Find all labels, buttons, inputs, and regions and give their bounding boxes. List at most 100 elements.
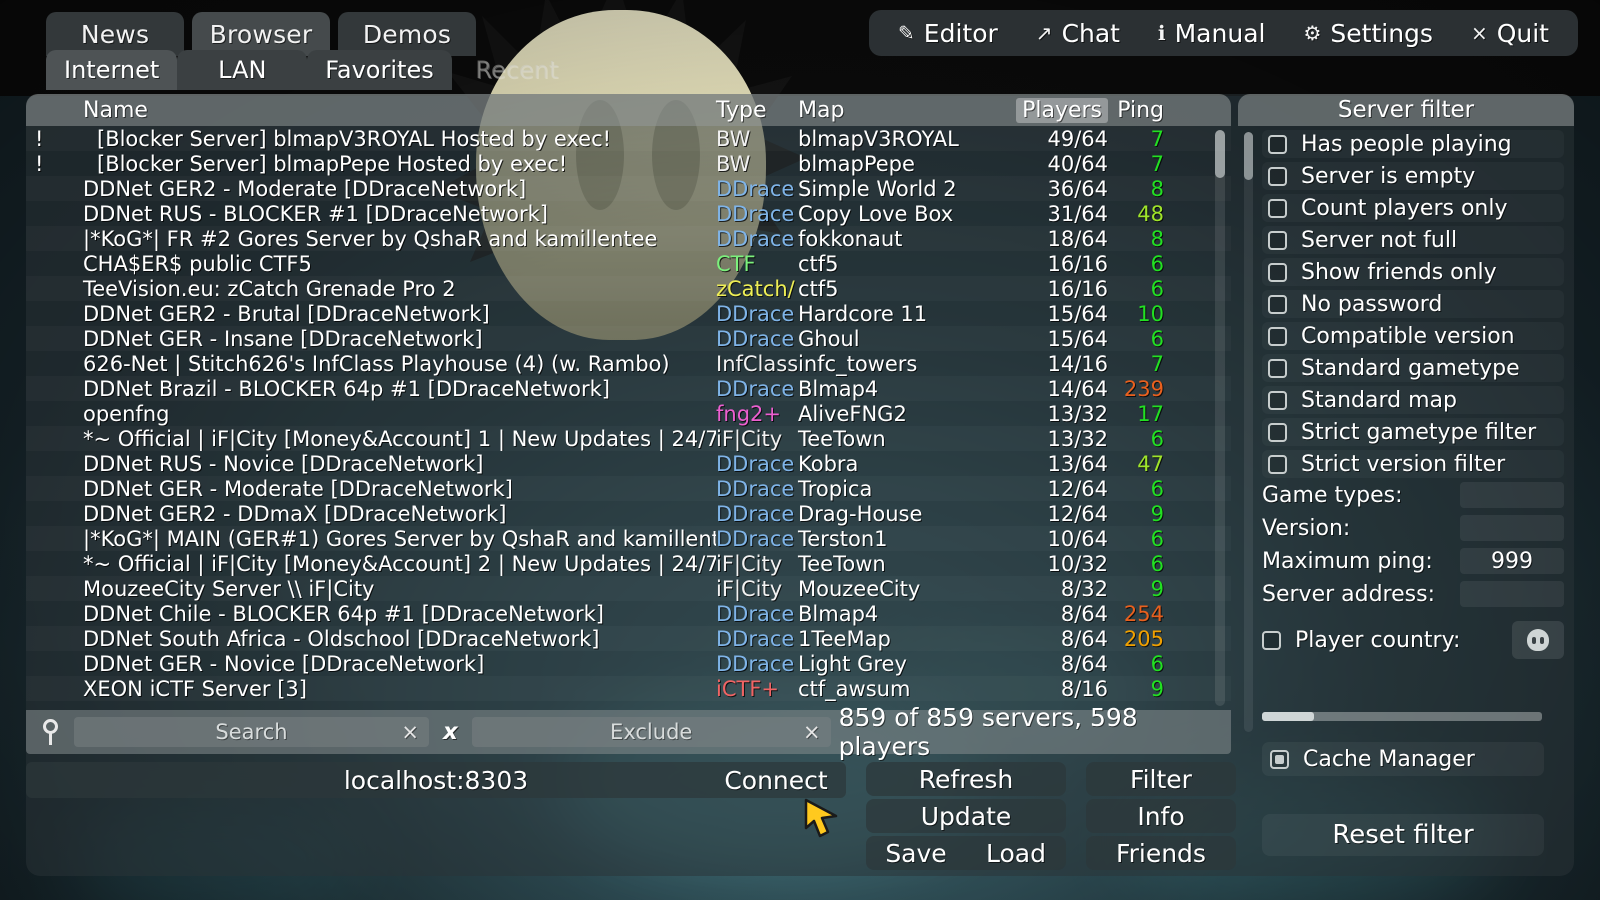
filter-field-input[interactable]: 999 bbox=[1460, 548, 1564, 574]
column-header-type[interactable]: Type bbox=[716, 94, 794, 126]
table-row[interactable]: TeeVision.eu: zCatch Grenade Pro 2 zCatch… bbox=[26, 276, 1231, 301]
tab-recent[interactable]: Recent bbox=[452, 50, 582, 90]
table-row[interactable]: DDNet GER - Novice [DDraceNetwork] DDrace… bbox=[26, 651, 1231, 676]
filter-checkbox-row[interactable]: Count players only bbox=[1262, 194, 1564, 222]
menu-quit[interactable]: × Quit bbox=[1452, 14, 1568, 52]
table-row[interactable]: DDNet South Africa - Oldschool [DDraceNe… bbox=[26, 626, 1231, 651]
cell-players: 8/32 bbox=[1060, 576, 1108, 601]
table-row[interactable]: DDNet RUS - BLOCKER #1 [DDraceNetwork] DD… bbox=[26, 201, 1231, 226]
table-row[interactable]: DDNet Chile - BLOCKER 64p #1 [DDraceNetw… bbox=[26, 601, 1231, 626]
table-row[interactable]: MouzeeCity Server \\ iF|City iF|City Mouze… bbox=[26, 576, 1231, 601]
server-list-scroll-thumb[interactable] bbox=[1215, 130, 1225, 178]
reset-filter-button[interactable]: Reset filter bbox=[1262, 814, 1544, 856]
exclude-input[interactable]: Exclude × bbox=[471, 717, 831, 747]
cache-manager-row[interactable]: Cache Manager bbox=[1262, 742, 1544, 776]
player-country-row[interactable]: Player country: bbox=[1262, 620, 1564, 660]
filter-checkbox[interactable] bbox=[1268, 294, 1287, 314]
cache-manager-checkbox[interactable] bbox=[1270, 749, 1289, 769]
table-row[interactable]: DDNet GER2 - DDmaX [DDraceNetwork] DDrace… bbox=[26, 501, 1231, 526]
table-row[interactable]: *~ Official | iF|City [Money&Account] 2 … bbox=[26, 551, 1231, 576]
save-button[interactable]: Save bbox=[866, 836, 966, 870]
filter-button[interactable]: Filter bbox=[1086, 762, 1236, 796]
tee-flag-icon[interactable] bbox=[1512, 621, 1564, 659]
sidebar-scroll-thumb[interactable] bbox=[1244, 132, 1253, 180]
friends-button[interactable]: Friends bbox=[1086, 836, 1236, 870]
player-country-checkbox[interactable] bbox=[1262, 630, 1281, 650]
filter-checkbox[interactable] bbox=[1268, 358, 1287, 378]
filter-checkbox[interactable] bbox=[1268, 262, 1287, 282]
connect-button[interactable]: Connect bbox=[706, 762, 846, 798]
table-row[interactable]: ! [Blocker Server] blmapPepe Hosted by ex… bbox=[26, 151, 1231, 176]
tab-lan[interactable]: LAN bbox=[177, 50, 308, 90]
table-row[interactable]: DDNet GER - Insane [DDraceNetwork] DDrace… bbox=[26, 326, 1231, 351]
column-header-players[interactable]: Players bbox=[990, 94, 1108, 126]
filter-checkbox-row[interactable]: Strict version filter bbox=[1262, 450, 1564, 478]
tab-internet[interactable]: Internet bbox=[46, 50, 178, 90]
table-row[interactable]: *~ Official | iF|City [Money&Account] 1 … bbox=[26, 426, 1231, 451]
table-row[interactable]: CHA$ER$ public CTF5 CTF ctf5 16/16 6 bbox=[26, 251, 1231, 276]
server-name-label: DDNet South Africa - Oldschool [DDraceNe… bbox=[83, 626, 600, 651]
cell-gametype: DDrace bbox=[716, 651, 795, 676]
menu-settings-label: Settings bbox=[1330, 18, 1433, 48]
search-clear-icon[interactable]: × bbox=[401, 720, 419, 744]
filter-checkbox[interactable] bbox=[1268, 326, 1287, 346]
table-row[interactable]: |*KoG*| FR #2 Gores Server by QshaR and … bbox=[26, 226, 1231, 251]
sidebar-scrollbar[interactable] bbox=[1244, 132, 1253, 732]
filter-checkbox-row[interactable]: Server not full bbox=[1262, 226, 1564, 254]
table-row[interactable]: DDNet RUS - Novice [DDraceNetwork] DDrace… bbox=[26, 451, 1231, 476]
table-row[interactable]: DDNet Brazil - BLOCKER 64p #1 [DDraceNet… bbox=[26, 376, 1231, 401]
filter-field-input[interactable] bbox=[1460, 482, 1564, 508]
filter-checkbox-row[interactable]: No password bbox=[1262, 290, 1564, 318]
filter-checkbox[interactable] bbox=[1268, 166, 1287, 186]
filter-checkbox-row[interactable]: Show friends only bbox=[1262, 258, 1564, 286]
column-header-map[interactable]: Map bbox=[794, 94, 990, 126]
table-row[interactable]: openfng fng2+ AliveFNG2 13/32 17 bbox=[26, 401, 1231, 426]
filter-checkbox[interactable] bbox=[1268, 230, 1287, 250]
filter-field-input[interactable] bbox=[1460, 581, 1564, 607]
cell-players: 14/64 bbox=[1047, 376, 1108, 401]
menu-chat[interactable]: ↗ Chat bbox=[1017, 14, 1139, 52]
exclude-clear-icon[interactable]: × bbox=[803, 720, 821, 744]
menu-manual[interactable]: ℹ Manual bbox=[1139, 14, 1284, 52]
filter-checkbox-row[interactable]: Server is empty bbox=[1262, 162, 1564, 190]
column-header-name[interactable]: Name bbox=[26, 94, 716, 126]
cell-players: 10/64 bbox=[1047, 526, 1108, 551]
menu-editor-label: Editor bbox=[923, 18, 998, 48]
menu-settings[interactable]: ⚙ Settings bbox=[1284, 14, 1451, 52]
sidebar-divider-slider[interactable] bbox=[1262, 712, 1542, 721]
cell-ping: 6 bbox=[1150, 526, 1164, 551]
update-button[interactable]: Update bbox=[866, 799, 1066, 833]
tab-favorites[interactable]: Favorites bbox=[307, 50, 452, 90]
table-row[interactable]: ! [Blocker Server] blmapV3ROYAL Hosted by… bbox=[26, 126, 1231, 151]
filter-checkbox[interactable] bbox=[1268, 390, 1287, 410]
menu-editor[interactable]: ✎ Editor bbox=[879, 14, 1017, 52]
column-header-ping[interactable]: Ping bbox=[1108, 94, 1178, 126]
table-row[interactable]: DDNet GER2 - Moderate [DDraceNetwork] DDr… bbox=[26, 176, 1231, 201]
cell-map: TeeTown bbox=[798, 551, 886, 576]
table-row[interactable]: 626-Net | Stitch626's InfClass Playhouse… bbox=[26, 351, 1231, 376]
table-row[interactable]: XEON iCTF Server [3] iCTF+ ctf_awsum 8/16 9 bbox=[26, 676, 1231, 701]
refresh-button[interactable]: Refresh bbox=[866, 762, 1066, 796]
filter-checkbox[interactable] bbox=[1268, 454, 1287, 474]
filter-checkbox[interactable] bbox=[1268, 198, 1287, 218]
info-button[interactable]: Info bbox=[1086, 799, 1236, 833]
table-row[interactable]: |*KoG*| MAIN (GER#1) Gores Server by Qsh… bbox=[26, 526, 1231, 551]
filter-checkbox-row[interactable]: Compatible version bbox=[1262, 322, 1564, 350]
load-button[interactable]: Load bbox=[966, 836, 1066, 870]
filter-checkbox[interactable] bbox=[1268, 422, 1287, 442]
table-row[interactable]: DDNet GER - Moderate [DDraceNetwork] DDra… bbox=[26, 476, 1231, 501]
filter-checkbox-row[interactable]: Strict gametype filter bbox=[1262, 418, 1564, 446]
filter-checkbox-row[interactable]: Standard gametype bbox=[1262, 354, 1564, 382]
filter-checkbox[interactable] bbox=[1268, 134, 1287, 154]
server-list-scrollbar[interactable] bbox=[1215, 130, 1225, 706]
cell-gametype: DDrace bbox=[716, 226, 795, 251]
filter-field-row: Server address: bbox=[1262, 578, 1564, 610]
table-row[interactable]: DDNet GER2 - Brutal [DDraceNetwork] DDrac… bbox=[26, 301, 1231, 326]
filter-field-input[interactable] bbox=[1460, 515, 1564, 541]
cell-gametype: DDrace bbox=[716, 326, 795, 351]
filter-checkbox-row[interactable]: Standard map bbox=[1262, 386, 1564, 414]
column-header-players-label: Players bbox=[1016, 97, 1108, 123]
cell-ping: 239 bbox=[1123, 376, 1164, 401]
filter-checkbox-row[interactable]: Has people playing bbox=[1262, 130, 1564, 158]
search-input[interactable]: Search × bbox=[74, 717, 429, 747]
